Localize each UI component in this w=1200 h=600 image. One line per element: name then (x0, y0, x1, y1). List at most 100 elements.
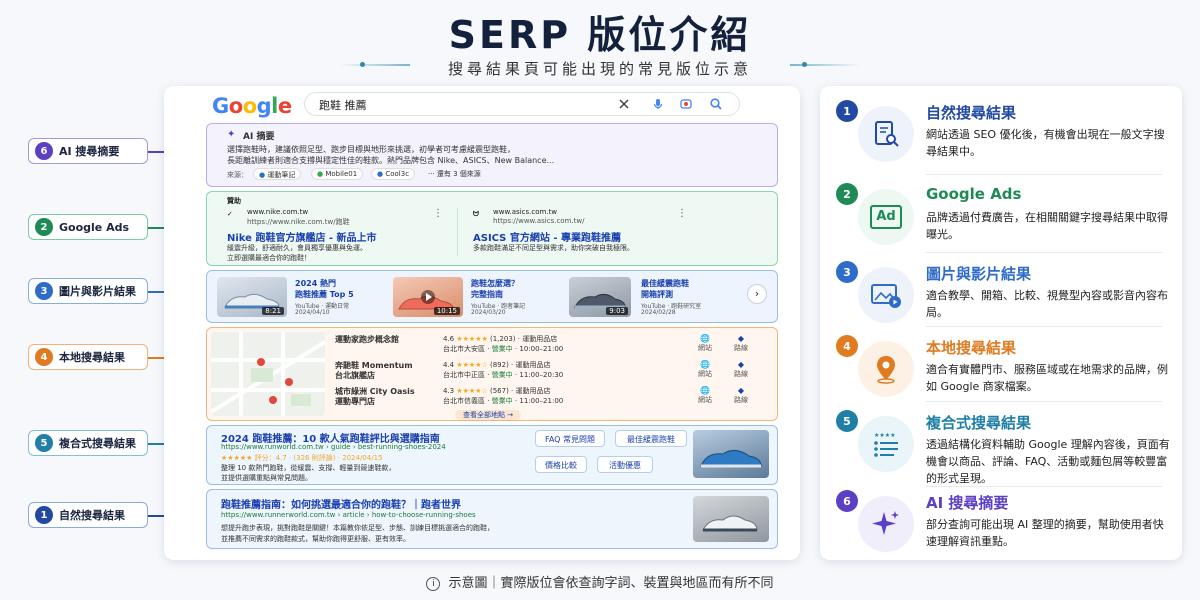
label-number: 6 (35, 142, 53, 160)
image-video-icon (858, 267, 914, 323)
legend-title: 複合式搜尋結果 (926, 414, 1032, 432)
legend-number: 2 (836, 183, 858, 205)
video-date: 2024/03/20 (471, 309, 506, 316)
video-title[interactable]: 2024 熱門 (295, 278, 336, 289)
video-title[interactable]: 完整指南 (471, 289, 503, 300)
legend-number: 3 (836, 261, 858, 283)
rich-chip-price[interactable]: 價格比較 (535, 456, 587, 473)
ai-overview-panel: ✦ AI 摘要 選擇跑鞋時，建議依照足型、跑步目標與地形來挑選，初學者可考慮緩震… (206, 123, 778, 187)
video-thumbnail[interactable]: 10:15 (393, 277, 463, 317)
video-title[interactable]: 最佳緩震跑鞋 (641, 278, 689, 289)
asics-logo-icon: ᗢ (473, 210, 479, 218)
page-title: SERP 版位介紹 (448, 13, 752, 57)
ai-source-chip[interactable]: ● Cool3c (371, 168, 416, 180)
directions-button[interactable]: ◆ 路線 (727, 360, 755, 379)
label-number: 2 (35, 218, 53, 236)
shoe-image-icon (700, 450, 762, 468)
rich-url[interactable]: https://www.runworld.com.tw › guide › be… (221, 443, 446, 451)
carousel-next-button[interactable]: › (747, 284, 767, 304)
ai-sources-label: 來源： (227, 171, 248, 179)
directions-button[interactable]: ◆ 路線 (727, 334, 755, 353)
legend-panel: 1 自然搜尋結果 網站透過 SEO 優化後，有機會出現在一般文字搜尋結果中。 2… (820, 86, 1182, 560)
ai-source-chip[interactable]: ● 運動筆記 (253, 168, 302, 180)
video-duration: 9:03 (606, 307, 628, 315)
legend-number: 6 (836, 490, 858, 512)
local-place-row[interactable]: 運動家跑步概念館 4.6 ★★★★★ (1,203) · 運動用品店 台北市大安… (335, 334, 775, 360)
label-text: 圖片與影片結果 (59, 285, 136, 298)
decoration-dot-left (360, 62, 365, 67)
legend-desc: 適合有實體門市、服務區域或在地需求的品牌，例如 Google 商家檔案。 (926, 363, 1168, 393)
ad-desc: 立即選購最適合你的跑鞋！ (227, 254, 311, 262)
sparkle-icon (858, 496, 914, 552)
ai-more-sources[interactable]: ··· 還有 3 個來源 (423, 168, 486, 180)
website-button[interactable]: 🌐 網站 (691, 334, 719, 353)
video-duration: 10:15 (433, 307, 460, 315)
sparkle-icon: ✦ (227, 129, 236, 140)
video-thumbnail[interactable]: 9:03 (569, 277, 631, 317)
video-title[interactable]: 開箱評測 (641, 289, 673, 300)
legend-desc: 品牌透過付費廣告，在相關關鍵字搜尋結果中取得曝光。 (926, 211, 1168, 241)
directions-button[interactable]: ◆ 路線 (727, 386, 755, 405)
legend-number: 1 (836, 100, 858, 122)
label-number: 5 (35, 434, 53, 452)
video-date: 2024/04/10 (295, 309, 330, 316)
organic-desc: 想提升跑步表現，挑對跑鞋是關鍵！本篇教你依足型、步態、訓練目標挑選適合的跑鞋， (221, 524, 494, 532)
rich-list-icon: ★★★★ (858, 416, 914, 472)
sponsored-label: 贊助 (227, 197, 241, 205)
ads-divider (457, 208, 458, 256)
video-title[interactable]: 跑鞋怎麼選？ (471, 278, 519, 289)
label-number: 1 (35, 506, 53, 524)
camera-lens-icon[interactable] (679, 97, 693, 111)
legend-desc: 網站透過 SEO 優化後，有機會出現在一般文字搜尋結果中。 (926, 128, 1165, 158)
decoration-dot-right (802, 62, 807, 67)
ai-text-line: 長距離訓練者則適合支撐與穩定性佳的鞋款。熱門品牌包含 Nike、ASICS、Ne… (227, 156, 555, 165)
legend-title: Google Ads (926, 185, 1022, 203)
organic-thumbnail[interactable] (693, 496, 769, 542)
rich-result-panel: 2024 跑鞋推薦：10 款人氣跑鞋評比與選購指南 https://www.ru… (206, 425, 778, 485)
ad-title[interactable]: ASICS 官方網站 - 專業跑鞋推薦 (473, 229, 621, 244)
rich-thumbnail[interactable] (693, 430, 769, 478)
label-number: 3 (35, 282, 53, 300)
website-button[interactable]: 🌐 網站 (691, 360, 719, 379)
svg-text:★★★★: ★★★★ (874, 432, 896, 439)
ad-domain: www.asics.com.tw (493, 208, 558, 216)
map-thumbnail[interactable] (211, 332, 325, 416)
video-panel: 8:21 2024 熱門 跑鞋推薦 Top 5 YouTube · 運動日常 2… (206, 270, 778, 323)
organic-title[interactable]: 跑鞋推薦指南：如何挑選最適合你的跑鞋？｜跑者世界 (221, 496, 461, 511)
label-text: Google Ads (59, 220, 130, 234)
ad-url: https://www.asics.com.tw/ (493, 217, 585, 225)
local-place-row[interactable]: 城市綠洲 City Oasis 運動專門店 4.3 ★★★★☆ (567) · … (335, 386, 775, 412)
shoe-image-icon (702, 515, 758, 532)
more-vert-icon[interactable]: ⋮ (677, 208, 687, 219)
website-button[interactable]: 🌐 網站 (691, 386, 719, 405)
legend-divider (926, 252, 1162, 253)
legend-title: AI 搜尋摘要 (926, 494, 1009, 512)
rich-desc: 整理 10 款熱門跑鞋，從緩震、支撐、輕量到競速鞋款， (221, 464, 396, 472)
ai-source-chip[interactable]: ● Mobile01 (311, 168, 364, 180)
mic-icon[interactable] (651, 97, 665, 111)
view-all-places-button[interactable]: 查看全部地點 → (455, 410, 522, 420)
label-ai-overview: 6 AI 搜尋摘要 (28, 138, 148, 164)
more-vert-icon[interactable]: ⋮ (433, 208, 443, 219)
legend-divider (926, 174, 1162, 175)
label-local: 4 本地搜尋結果 (28, 344, 148, 370)
subtitle-decoration-left (340, 64, 410, 66)
search-query[interactable]: 跑鞋 推薦 (319, 97, 367, 113)
rich-chip-cushion[interactable]: 最佳緩震跑鞋 (615, 430, 687, 447)
label-number: 4 (35, 348, 53, 366)
label-google-ads: 2 Google Ads (28, 214, 148, 240)
ai-heading: AI 摘要 (243, 132, 275, 142)
video-thumbnail[interactable]: 8:21 (217, 277, 287, 317)
ad-title[interactable]: Nike 跑鞋官方旗艦店 - 新品上市 (227, 229, 377, 244)
local-place-row[interactable]: 奔馳鞋 Momentum 台北旗艦店 4.4 ★★★★☆ (892) · 運動用… (335, 360, 775, 386)
rich-chip-promo[interactable]: 活動優惠 (597, 456, 653, 473)
location-pin-icon (858, 341, 914, 397)
organic-url[interactable]: https://www.runnerworld.com.tw › article… (221, 511, 476, 519)
ads-panel: 贊助 ✓ www.nike.com.tw https://www.nike.co… (206, 191, 778, 266)
clear-icon[interactable] (617, 97, 631, 111)
legend-desc: 適合教學、開箱、比較、視覺型內容或影音內容布局。 (926, 289, 1168, 319)
rich-chip-faq[interactable]: FAQ 常見問題 (535, 430, 605, 447)
search-bar[interactable]: 跑鞋 推薦 (304, 92, 740, 116)
search-icon[interactable] (709, 97, 723, 111)
video-title[interactable]: 跑鞋推薦 Top 5 (295, 289, 354, 300)
